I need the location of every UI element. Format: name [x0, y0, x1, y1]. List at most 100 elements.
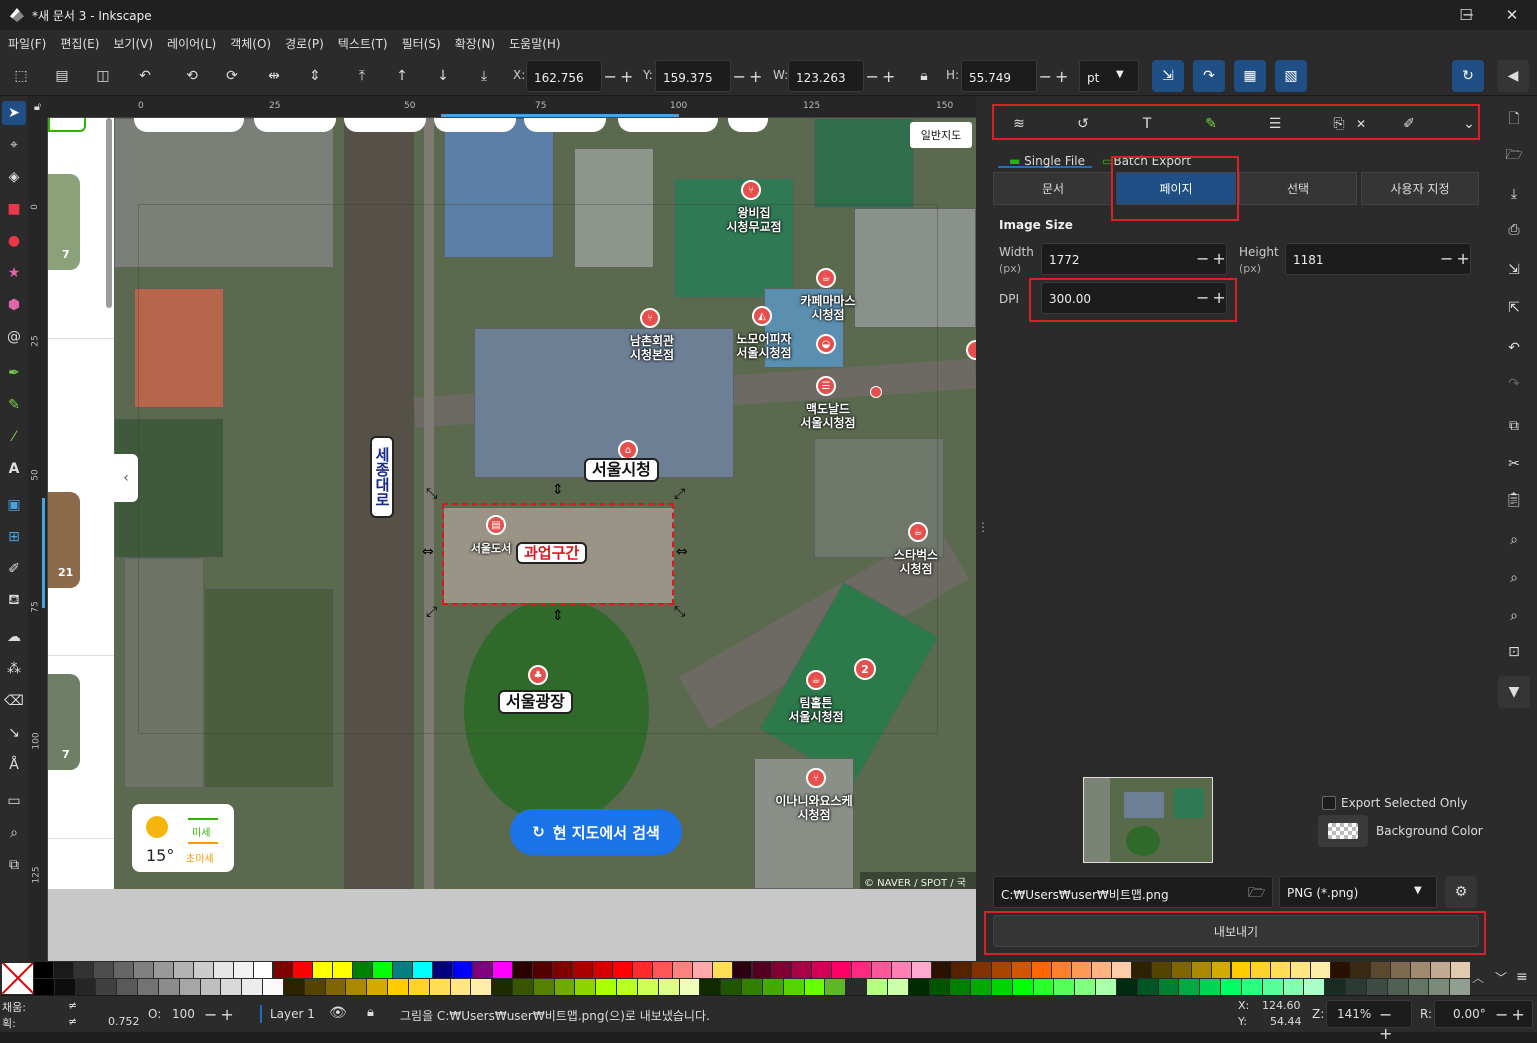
unit-select[interactable]: pt ▼ [1079, 60, 1139, 92]
fill-indicator[interactable]: ≠ [68, 999, 77, 1012]
palette-menu-icon[interactable]: ≡ [1516, 969, 1528, 985]
menu-extensions[interactable]: 확장(N) [451, 35, 499, 52]
color-swatch[interactable] [1251, 962, 1271, 978]
color-swatch[interactable] [54, 979, 75, 995]
pages-tool-icon[interactable]: ⧉ [2, 853, 26, 877]
color-swatch[interactable] [1116, 979, 1137, 995]
color-swatch[interactable] [133, 962, 153, 978]
tweak-tool-icon[interactable]: ☁ [2, 625, 26, 649]
color-swatch[interactable] [96, 979, 117, 995]
snapping-icon[interactable]: ↻ [1452, 60, 1484, 92]
lock-icon[interactable]: 🔒︎ [367, 1005, 374, 1020]
panel-collapse-button[interactable]: ‹ [114, 454, 138, 502]
color-swatch[interactable] [721, 979, 742, 995]
restaurant-pin-icon[interactable]: ⑂ [741, 180, 761, 200]
search-here-button[interactable]: ↻ 현 지도에서 검색 [510, 809, 682, 855]
color-swatch[interactable] [712, 962, 732, 978]
color-swatch[interactable] [692, 962, 712, 978]
color-swatch[interactable] [1033, 979, 1054, 995]
color-swatch[interactable] [632, 962, 652, 978]
more-commands-icon[interactable]: ▼ [1498, 676, 1530, 708]
color-swatch[interactable] [213, 962, 233, 978]
color-swatch[interactable] [293, 962, 313, 978]
color-swatch[interactable] [1351, 962, 1371, 978]
menu-view[interactable]: 보기(V) [109, 35, 157, 52]
color-swatch[interactable] [846, 979, 866, 995]
flip-horizontal-icon[interactable]: ⇹ [262, 64, 286, 88]
zoom-page-icon[interactable]: ⌕ [1502, 604, 1526, 628]
lock-icon[interactable]: 🔓︎ [34, 100, 41, 114]
color-swatch[interactable] [679, 979, 700, 995]
height-stepper[interactable]: −+ [1037, 60, 1073, 92]
color-swatch[interactable] [932, 962, 952, 978]
color-swatch[interactable] [700, 979, 721, 995]
color-swatch[interactable] [1431, 962, 1451, 978]
color-swatch[interactable] [1200, 979, 1221, 995]
chevron-down-icon[interactable]: ⌄ [1458, 114, 1480, 134]
color-swatch[interactable] [1191, 962, 1211, 978]
no-paint-swatch[interactable] [2, 963, 33, 994]
width-stepper[interactable]: −+ [864, 60, 900, 92]
menu-layer[interactable]: 레이어(L) [163, 35, 220, 52]
color-swatch[interactable] [242, 979, 263, 995]
settings-gear-icon[interactable]: ⚙ [1445, 876, 1477, 908]
tab-single-file[interactable]: ▬ Single File [1009, 154, 1085, 168]
deselect-icon[interactable]: ◫ [91, 64, 115, 88]
color-swatch[interactable] [637, 979, 658, 995]
color-swatch[interactable] [1262, 979, 1283, 995]
select-all-icon[interactable]: ⬚ [9, 64, 33, 88]
menu-text[interactable]: 텍스트(T) [334, 35, 392, 52]
color-swatch[interactable] [393, 962, 413, 978]
color-swatch[interactable] [179, 979, 200, 995]
color-swatch[interactable] [867, 979, 887, 995]
color-swatch[interactable] [1325, 979, 1346, 995]
cut-icon[interactable]: ✂ [1502, 452, 1526, 476]
color-swatch[interactable] [373, 962, 393, 978]
color-swatch[interactable] [473, 962, 493, 978]
spiral-tool-icon[interactable]: @ [2, 325, 26, 349]
open-file-icon[interactable]: 🗁 [1502, 144, 1526, 168]
color-swatch[interactable] [153, 962, 173, 978]
color-swatch[interactable] [1012, 979, 1033, 995]
color-swatch[interactable] [912, 962, 932, 978]
color-swatch[interactable] [596, 979, 617, 995]
color-swatch[interactable] [450, 979, 471, 995]
pen-tool-icon[interactable]: ✒ [2, 361, 26, 385]
export-area-selection[interactable]: 선택 [1239, 172, 1357, 205]
color-swatch[interactable] [804, 979, 825, 995]
export-height-stepper[interactable]: −+ [1440, 249, 1473, 268]
color-swatch[interactable] [513, 962, 532, 978]
redo-icon[interactable]: ↷ [1502, 372, 1526, 396]
color-swatch[interactable] [34, 979, 54, 995]
thumbnail[interactable]: 21 [48, 492, 80, 588]
rotation-field[interactable]: 0.00° −+ [1434, 1000, 1533, 1028]
rotation-stepper[interactable]: −+ [1495, 1005, 1528, 1024]
color-swatch[interactable] [1451, 962, 1470, 978]
x-input[interactable]: 162.756 [526, 60, 602, 92]
shape-builder-icon[interactable]: ◈ [2, 165, 26, 189]
color-swatch[interactable] [200, 979, 221, 995]
thumbnail[interactable]: 7 [48, 674, 80, 770]
color-swatch[interactable] [612, 962, 632, 978]
color-swatch[interactable] [971, 979, 991, 995]
text-font-icon[interactable]: T [1136, 114, 1158, 134]
color-swatch[interactable] [1371, 962, 1391, 978]
export-area-document[interactable]: 문서 [993, 172, 1113, 205]
color-swatch[interactable] [493, 962, 512, 978]
color-swatch[interactable] [1366, 979, 1387, 995]
undo-icon[interactable]: ↶ [1502, 336, 1526, 360]
move-patterns-icon[interactable]: ▧ [1275, 60, 1307, 92]
layers-icon[interactable]: ≋ [1008, 114, 1030, 134]
color-swatch[interactable] [1096, 979, 1116, 995]
color-swatch[interactable] [1137, 979, 1158, 995]
zoom-stepper[interactable]: −+ [1379, 1005, 1411, 1043]
zoom-field[interactable]: 141% −+ [1326, 1000, 1412, 1043]
export-area-custom[interactable]: 사용자 지정 [1361, 172, 1479, 205]
color-swatch[interactable] [892, 962, 912, 978]
color-swatch[interactable] [429, 979, 450, 995]
collapse-arrow-icon[interactable]: ◀ [1497, 60, 1529, 92]
menu-filters[interactable]: 필터(S) [398, 35, 445, 52]
color-swatch[interactable] [672, 962, 692, 978]
selector-tool-icon[interactable]: ➤ [2, 101, 26, 125]
color-swatch[interactable] [1283, 979, 1304, 995]
